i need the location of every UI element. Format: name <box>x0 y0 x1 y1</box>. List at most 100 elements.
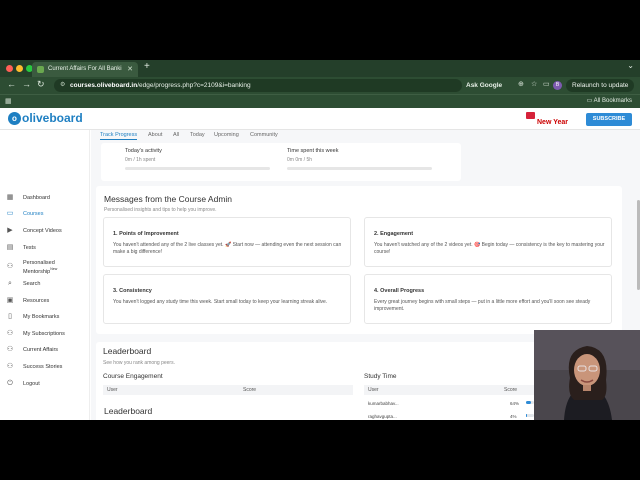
tab-title: Current Affairs For All Banki <box>48 66 122 72</box>
person-icon: ⚇ <box>6 263 14 270</box>
activity-card: Today's activity 0m / 1h spent Time spen… <box>101 143 461 181</box>
profile-avatar[interactable]: B <box>553 81 562 90</box>
browser-toolbar: ← → ↻ ⚙ courses.oliveboard.in/edge/progr… <box>0 77 640 94</box>
messages-subtitle: Personalised insights and tips to help y… <box>104 207 217 213</box>
sidebar-item-label: My Subscriptions <box>23 331 65 337</box>
power-icon: ⏻ <box>7 380 13 387</box>
sidebar-item-my-bookmarks[interactable]: ▯ My Bookmarks <box>0 311 90 325</box>
reload-icon[interactable]: ↻ <box>37 79 45 90</box>
row-score: 4% <box>510 414 517 419</box>
sidebar-item-personalised-mentorship[interactable]: ⚇ Personalised MentorshipNew <box>0 258 90 276</box>
score-bar <box>526 401 534 404</box>
new-tab-icon[interactable]: + <box>144 61 150 72</box>
gift-icon <box>526 112 535 119</box>
relaunch-button[interactable]: Relaunch to update <box>566 79 634 92</box>
message-card-body: You haven't attended any of the 2 live c… <box>113 242 342 255</box>
row-user: kumarbabhav... <box>368 401 399 406</box>
bookmark-icon: ▯ <box>8 313 12 320</box>
score-bar-fill <box>526 401 532 404</box>
bookmark-star-icon[interactable]: ☆ <box>531 80 537 88</box>
message-card-title: 4. Overall Progress <box>374 288 425 294</box>
close-tab-icon[interactable]: ✕ <box>127 62 133 77</box>
sidebar-item-label: Success Stories <box>23 364 63 370</box>
tab-track-progress[interactable]: Track Progress <box>100 132 138 140</box>
sidebar-item-label: Personalised MentorshipNew <box>23 260 83 275</box>
message-card-body: You haven't logged any study time this w… <box>113 299 328 305</box>
messages-panel: Messages from the Course Admin Personali… <box>96 186 622 334</box>
leaderboard-title-text: Leaderboard <box>103 346 152 356</box>
presenter-webcam <box>534 330 640 420</box>
sidebar-item-label: Logout <box>23 381 40 387</box>
sidebar-item-logout[interactable]: ⏻ Logout <box>0 378 90 392</box>
tab-community[interactable]: Community <box>250 132 278 138</box>
score-bar <box>526 414 534 417</box>
tab-upcoming[interactable]: Upcoming <box>214 132 239 138</box>
sidebar-item-label: Concept Videos <box>23 228 62 234</box>
screen: Current Affairs For All Banki ✕ + ⌄ ← → … <box>0 60 640 420</box>
sidebar-item-search[interactable]: ⌕ Search <box>0 278 90 292</box>
today-activity-label: Today's activity <box>125 148 162 154</box>
promo-banner[interactable]: New Year Bash Expires in 00:07:26 <box>525 111 579 153</box>
sidebar-item-label: Courses <box>23 211 44 217</box>
extensions-icon[interactable]: ▭ <box>543 80 550 88</box>
tab-search-chevron-icon[interactable]: ⌄ <box>627 61 634 70</box>
messages-title: Messages from the Course Admin <box>104 194 233 204</box>
message-card-title: 2. Engagement <box>374 231 414 237</box>
course-engagement-title: Course Engagement <box>103 373 163 380</box>
leaderboard-subtitle: See how you rank among peers. <box>103 360 175 366</box>
leaderboard-title: Leaderboard <box>104 406 153 416</box>
message-card-body: Every great journey begins with small st… <box>374 299 591 312</box>
sidebar-item-my-subscriptions[interactable]: ⚇ My Subscriptions <box>0 328 90 342</box>
browser-tab-active[interactable]: Current Affairs For All Banki ✕ <box>32 62 138 77</box>
zoom-icon[interactable]: ⊕ <box>518 80 524 88</box>
study-time-title: Study Time <box>364 373 397 380</box>
close-window-icon[interactable] <box>6 65 13 72</box>
oliveboard-logo[interactable]: o oliveboard <box>8 111 83 126</box>
presenter-image <box>534 330 640 420</box>
grid-icon: ▦ <box>6 194 14 201</box>
logo-mark-icon: o <box>8 112 21 126</box>
back-icon[interactable]: ← <box>7 79 16 89</box>
logo-text: oliveboard <box>22 111 83 125</box>
today-progress-bar <box>125 167 270 170</box>
sidebar-item-label: Current Affairs <box>23 347 59 353</box>
folder-icon: ▣ <box>6 297 14 304</box>
ask-google-button[interactable]: Ask Google <box>466 79 502 92</box>
sidebar-item-success-stories[interactable]: ⚇ Success Stories <box>0 361 90 375</box>
sidebar-item-courses[interactable]: ▭ Courses <box>0 208 90 222</box>
message-card-overall-progress: 4. Overall Progress Every great journey … <box>364 274 612 324</box>
tab-all[interactable]: All <box>173 132 179 138</box>
url-path: /edge/progress.php?c=2109&i=banking <box>137 82 251 89</box>
message-card-consistency: 3. Consistency You haven't logged any st… <box>103 274 351 324</box>
table-row: raghavgupta... 4% <box>364 412 534 420</box>
address-bar[interactable]: ⚙ courses.oliveboard.in/edge/progress.ph… <box>54 79 462 92</box>
all-bookmarks-label: All Bookmarks <box>593 98 632 104</box>
sidebar-item-tests[interactable]: ▤ Tests <box>0 242 90 256</box>
col-score: Score <box>504 387 518 393</box>
tab-about[interactable]: About <box>148 132 162 138</box>
week-time-value: 0m 0m / 5h <box>287 157 313 163</box>
person-icon: ⚇ <box>6 330 14 337</box>
new-badge: New <box>50 267 58 271</box>
tab-today[interactable]: Today <box>190 132 205 138</box>
minimize-window-icon[interactable] <box>16 65 23 72</box>
subscribe-button[interactable]: SUBSCRIBE <box>586 113 632 126</box>
site-favicon-icon <box>37 66 44 73</box>
sidebar-item-resources[interactable]: ▣ Resources <box>0 295 90 309</box>
site-info-icon[interactable]: ⚙ <box>60 79 65 92</box>
today-activity-value: 0m / 1h spent <box>125 157 156 163</box>
person-icon: ⚇ <box>6 363 14 370</box>
forward-icon[interactable]: → <box>22 79 31 89</box>
week-progress-bar <box>287 167 432 170</box>
sidebar-item-dashboard[interactable]: ▦ Dashboard <box>0 192 90 206</box>
message-card-improvement: 1. Points of Improvement You haven't att… <box>103 217 351 267</box>
all-bookmarks-button[interactable]: ▭ All Bookmarks <box>587 97 632 104</box>
clipboard-icon: ▤ <box>6 244 14 251</box>
sidebar-item-label: Tests <box>23 245 36 251</box>
sidebar: ▦ Dashboard ▭ Courses ▶ Concept Videos ▤… <box>0 130 90 420</box>
sidebar-item-concept-videos[interactable]: ▶ Concept Videos <box>0 225 90 239</box>
sidebar-item-current-affairs[interactable]: ⚇ Current Affairs <box>0 344 90 358</box>
week-time-label: Time spent this week <box>287 148 339 154</box>
message-card-title: 1. Points of Improvement <box>113 231 179 237</box>
apps-grid-icon[interactable]: ▦ <box>5 97 12 105</box>
